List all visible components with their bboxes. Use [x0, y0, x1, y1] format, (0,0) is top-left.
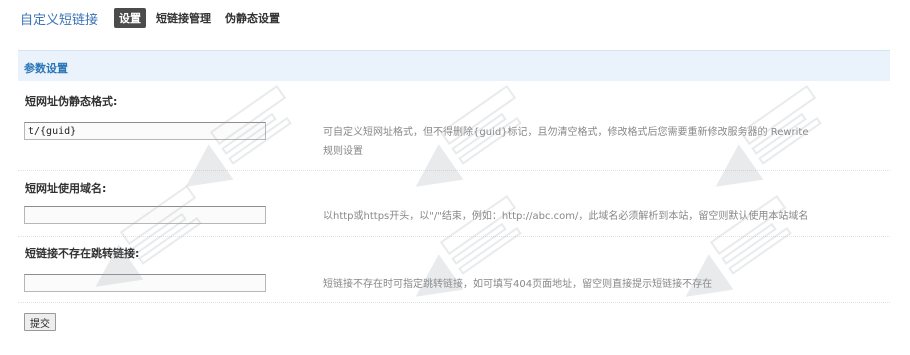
domain-input[interactable] [24, 206, 266, 224]
domain-label: 短网址使用域名: [25, 182, 107, 195]
rewrite-format-hint-line2: 规则设置 [323, 146, 363, 157]
rewrite-format-input[interactable] [24, 122, 266, 140]
page-title: 自定义短链接 [20, 12, 99, 28]
submit-button[interactable]: 提交 [24, 313, 56, 331]
rewrite-format-label: 短网址伪静态格式: [25, 95, 118, 108]
redirect-link-input[interactable] [24, 274, 266, 292]
redirect-link-label: 短链接不存在跳转链接: [25, 247, 140, 260]
watermark-logo [185, 84, 292, 187]
row-divider [18, 236, 890, 237]
tab-short-link-management[interactable]: 短链接管理 [156, 10, 211, 26]
tab-settings[interactable]: 设置 [114, 8, 147, 28]
rewrite-format-hint: 可自定义短网址格式，但不得删除{guid}标记，且勿清空格式，修改格式后您需要重… [323, 123, 809, 161]
domain-hint: 以http或https开头，以"/"结束，例如：http://abc.com/，… [323, 211, 809, 222]
tab-rewrite-settings[interactable]: 伪静态设置 [225, 10, 280, 26]
redirect-link-hint: 短链接不存在时可指定跳转链接，如可填写404页面地址，留空则直接提示短链接不存在 [323, 279, 713, 290]
row-divider [18, 170, 890, 171]
row-divider [18, 302, 890, 303]
section-title: 参数设置 [24, 62, 68, 75]
section-header: 参数设置 [18, 50, 890, 81]
header-bar: 自定义短链接 设置 短链接管理 伪静态设置 [20, 8, 294, 28]
rewrite-format-hint-line1: 可自定义短网址格式，但不得删除{guid}标记，且勿清空格式，修改格式后您需要重… [323, 127, 809, 138]
